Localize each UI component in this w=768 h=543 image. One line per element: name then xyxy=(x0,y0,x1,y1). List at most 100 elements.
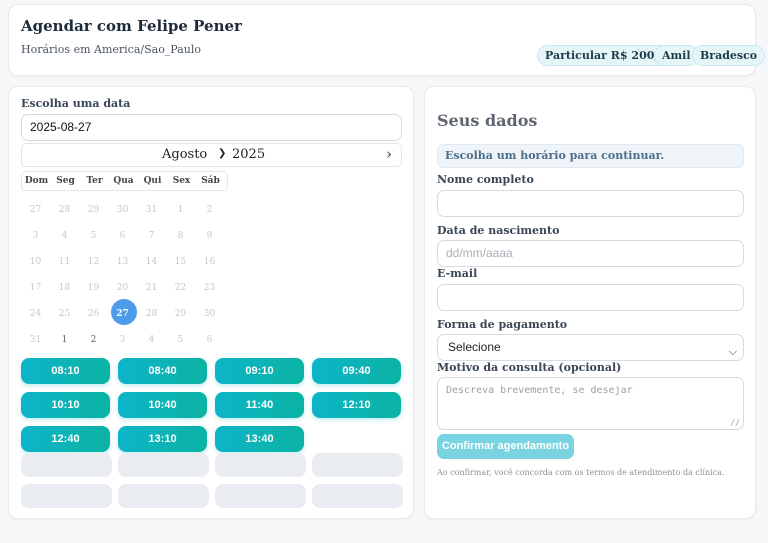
calendar-day[interactable]: 13 xyxy=(108,257,137,267)
calendar-day[interactable]: 30 xyxy=(195,309,224,319)
slot-placeholder xyxy=(118,453,209,477)
reason-label: Motivo da consulta (opcional) xyxy=(437,361,622,374)
calendar-day[interactable]: 29 xyxy=(79,205,108,215)
weekday-label: Dom xyxy=(24,176,49,186)
time-slot-button[interactable]: 13:40 xyxy=(215,426,304,452)
calendar-day[interactable]: 30 xyxy=(108,205,137,215)
slot-placeholder xyxy=(215,453,306,477)
calendar-day[interactable]: 14 xyxy=(137,257,166,267)
chevron-down-icon[interactable]: ❯ xyxy=(218,148,226,159)
calendar-day[interactable]: 26 xyxy=(79,309,108,319)
time-slot-button[interactable]: 12:40 xyxy=(21,426,110,452)
calendar-day[interactable]: 9 xyxy=(195,231,224,241)
dob-label: Data de nascimento xyxy=(437,224,560,237)
confirm-button[interactable]: Confirmar agendamento xyxy=(437,434,574,459)
reason-placeholder: Descreva brevemente, se desejar xyxy=(446,385,633,396)
timezone-subtitle: Horários em America/Sao_Paulo xyxy=(21,43,202,56)
calendar-day[interactable]: 12 xyxy=(79,257,108,267)
slot-placeholder xyxy=(21,453,112,477)
weekday-label: Sáb xyxy=(201,176,220,186)
calendar-day[interactable]: 27 xyxy=(21,205,50,215)
form-card: Seus dados Escolha um horário para conti… xyxy=(424,86,756,519)
calendar-day[interactable]: 25 xyxy=(50,309,79,319)
calendar-day[interactable]: 1 xyxy=(50,335,79,345)
calendar-day[interactable]: 19 xyxy=(79,283,108,293)
terms-disclaimer: Ao confirmar, você concorda com os termo… xyxy=(437,468,725,477)
calendar-day[interactable]: 4 xyxy=(137,335,166,345)
next-month-icon[interactable]: › xyxy=(386,145,392,163)
name-input[interactable] xyxy=(437,190,744,217)
calendar-day[interactable]: 2 xyxy=(195,205,224,215)
info-alert: Escolha um horário para continuar. xyxy=(437,144,744,168)
weekday-header: Dom Seg Ter Qua Qui Sex Sáb xyxy=(21,171,228,191)
calendar-day[interactable]: 6 xyxy=(195,335,224,345)
dob-input[interactable]: dd/mm/aaaa xyxy=(437,240,744,267)
calendar-day[interactable]: 16 xyxy=(195,257,224,267)
calendar-day[interactable]: 5 xyxy=(166,335,195,345)
weekday-label: Qui xyxy=(143,176,162,186)
chevron-down-icon: ⌵ xyxy=(728,346,737,358)
calendar-day[interactable]: 31 xyxy=(21,335,50,345)
weekday-label: Qua xyxy=(113,176,134,186)
reason-textarea[interactable]: Descreva brevemente, se desejar ∕∕ xyxy=(437,377,744,430)
calendar-day[interactable]: 28 xyxy=(50,205,79,215)
time-slot-button[interactable]: 09:10 xyxy=(215,358,304,384)
header-card: Agendar com Felipe Pener Horários em Ame… xyxy=(8,4,766,76)
calendar-day[interactable]: 20 xyxy=(108,283,137,293)
weekday-label: Seg xyxy=(56,176,75,186)
calendar-day[interactable]: 1 xyxy=(166,205,195,215)
slot-placeholder xyxy=(312,484,403,508)
calendar-day[interactable]: 6 xyxy=(108,231,137,241)
form-title: Seus dados xyxy=(437,111,538,130)
resize-handle-icon[interactable]: ∕∕ xyxy=(730,418,740,427)
slot-placeholder xyxy=(312,453,403,477)
calendar-day[interactable]: 3 xyxy=(108,335,137,345)
time-slot-button[interactable]: 08:10 xyxy=(21,358,110,384)
calendar-day[interactable]: 22 xyxy=(166,283,195,293)
name-label: Nome completo xyxy=(437,173,534,186)
time-slot-button[interactable]: 09:40 xyxy=(312,358,401,384)
insurance-badge-bradesco: Bradesco xyxy=(692,45,766,66)
month-select[interactable]: Agosto xyxy=(162,147,207,162)
slot-placeholder xyxy=(118,484,209,508)
slot-placeholder xyxy=(215,484,306,508)
time-slot-button[interactable]: 12:10 xyxy=(312,392,401,418)
calendar-day[interactable]: 11 xyxy=(50,257,79,267)
time-slot-button[interactable]: 13:10 xyxy=(118,426,207,452)
email-input[interactable] xyxy=(437,284,744,311)
slot-placeholder xyxy=(21,484,112,508)
calendar-day[interactable]: 23 xyxy=(195,283,224,293)
calendar-day[interactable]: 17 xyxy=(21,283,50,293)
schedule-card: Escolha uma data 2025-08-27 Agosto ❯ 202… xyxy=(8,86,414,519)
year-label[interactable]: 2025 xyxy=(232,147,265,162)
payment-select[interactable]: Selecione ⌵ xyxy=(437,334,744,361)
email-label: E-mail xyxy=(437,267,478,280)
date-label: Escolha uma data xyxy=(21,97,131,110)
calendar-day[interactable]: 21 xyxy=(137,283,166,293)
calendar-header: Agosto ❯ 2025 › xyxy=(21,143,402,167)
calendar-day[interactable]: 18 xyxy=(50,283,79,293)
calendar-day[interactable]: 5 xyxy=(79,231,108,241)
weekday-label: Ter xyxy=(86,176,103,186)
calendar-day[interactable]: 27 xyxy=(108,309,137,319)
calendar-day[interactable]: 15 xyxy=(166,257,195,267)
calendar-day[interactable]: 29 xyxy=(166,309,195,319)
calendar-day[interactable]: 28 xyxy=(137,309,166,319)
time-slot-button[interactable]: 11:40 xyxy=(215,392,304,418)
calendar-day[interactable]: 4 xyxy=(50,231,79,241)
time-slot-button[interactable]: 10:10 xyxy=(21,392,110,418)
calendar-day[interactable]: 10 xyxy=(21,257,50,267)
calendar-day[interactable]: 24 xyxy=(21,309,50,319)
calendar-day[interactable]: 3 xyxy=(21,231,50,241)
payment-label: Forma de pagamento xyxy=(437,318,568,331)
time-slot-button[interactable]: 10:40 xyxy=(118,392,207,418)
time-slot-button[interactable]: 08:40 xyxy=(118,358,207,384)
weekday-label: Sex xyxy=(172,176,191,186)
page-title: Agendar com Felipe Pener xyxy=(21,17,242,35)
calendar-day[interactable]: 2 xyxy=(79,335,108,345)
calendar-day[interactable]: 7 xyxy=(137,231,166,241)
date-input[interactable]: 2025-08-27 xyxy=(21,114,402,141)
calendar-day[interactable]: 8 xyxy=(166,231,195,241)
calendar-day[interactable]: 31 xyxy=(137,205,166,215)
payment-selected-value: Selecione xyxy=(448,340,501,354)
